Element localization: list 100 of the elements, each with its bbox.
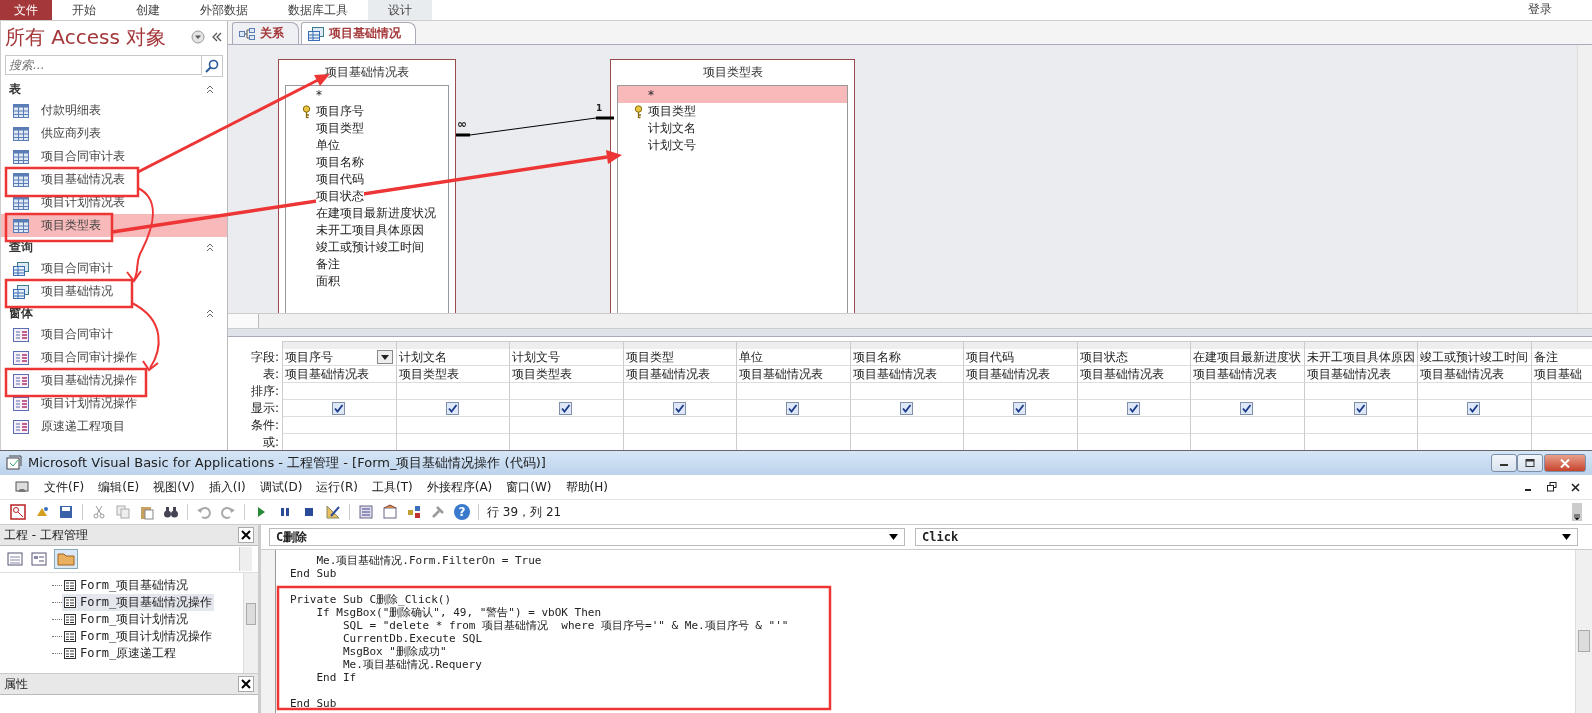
field-row[interactable]: 单位 bbox=[286, 137, 448, 154]
field-row[interactable]: 项目名称 bbox=[286, 154, 448, 171]
dropdown-button[interactable] bbox=[376, 350, 393, 364]
field-row[interactable]: 计划文号 bbox=[618, 137, 847, 154]
properties-icon[interactable] bbox=[382, 504, 398, 520]
scrollbar[interactable] bbox=[1577, 45, 1592, 313]
sort-cell[interactable] bbox=[1076, 383, 1190, 400]
show-cell[interactable] bbox=[282, 400, 396, 417]
nav-item[interactable]: 项目基础情况 bbox=[1, 280, 227, 303]
tree-item[interactable]: Form_项目计划情况 bbox=[62, 611, 191, 628]
show-cell[interactable] bbox=[849, 400, 963, 417]
show-cell[interactable] bbox=[1076, 400, 1190, 417]
copy-icon[interactable] bbox=[115, 504, 131, 520]
collapse-icon[interactable] bbox=[205, 242, 215, 252]
ribbon-tab[interactable]: 设计 bbox=[368, 0, 432, 20]
menu-item[interactable]: 视图(V) bbox=[153, 478, 195, 496]
table-cell[interactable]: 项目类型表 bbox=[395, 366, 509, 383]
show-checkbox[interactable] bbox=[332, 401, 345, 415]
field-row[interactable]: 项目类型 bbox=[618, 103, 847, 120]
document-tab[interactable]: 项目基础情况 bbox=[301, 22, 416, 44]
nav-item[interactable]: 原速递工程项目 bbox=[1, 415, 227, 438]
close-button[interactable] bbox=[238, 676, 254, 692]
show-cell[interactable] bbox=[963, 400, 1077, 417]
nav-item[interactable]: 项目计划情况表 bbox=[1, 191, 227, 214]
search-field[interactable]: 搜索... bbox=[5, 55, 202, 75]
field-cell[interactable]: 未开工项目具体原因 bbox=[1303, 349, 1417, 366]
field-row[interactable]: 项目序号 bbox=[286, 103, 448, 120]
caret-icon[interactable] bbox=[889, 534, 898, 540]
column-selector[interactable] bbox=[622, 341, 736, 349]
table-cell[interactable]: 项目基础情况表 bbox=[1417, 366, 1531, 383]
menu-item[interactable]: 帮助(H) bbox=[565, 478, 608, 496]
table-cell[interactable]: 项目基础情况表 bbox=[963, 366, 1077, 383]
nav-item[interactable]: 项目基础情况操作 bbox=[1, 369, 227, 392]
tree-item[interactable]: Form_项目基础情况 bbox=[62, 577, 191, 594]
criteria-cell[interactable] bbox=[395, 417, 509, 434]
show-checkbox[interactable] bbox=[672, 401, 686, 415]
ribbon-tab[interactable]: 开始 bbox=[52, 0, 116, 20]
field-cell[interactable]: 竣工或预计竣工时间 bbox=[1417, 349, 1531, 366]
close-button[interactable] bbox=[238, 527, 254, 543]
show-checkbox[interactable] bbox=[1240, 401, 1253, 415]
menu-item[interactable]: 运行(R) bbox=[316, 478, 358, 496]
search-icon[interactable] bbox=[202, 55, 223, 77]
criteria-cell[interactable] bbox=[963, 417, 1077, 434]
column-selector[interactable] bbox=[1303, 341, 1417, 349]
column-selector[interactable] bbox=[509, 341, 623, 349]
table-cell[interactable]: 项目基础情况表 bbox=[1076, 366, 1190, 383]
view-object-icon[interactable] bbox=[6, 551, 24, 567]
splitter-bar[interactable] bbox=[228, 329, 1592, 337]
object-browser-icon[interactable] bbox=[406, 504, 422, 520]
table-cell[interactable]: 项目基础情况表 bbox=[282, 366, 396, 383]
menu-item[interactable]: 工具(T) bbox=[372, 478, 413, 496]
show-checkbox[interactable] bbox=[1126, 401, 1140, 415]
table-field-list[interactable]: 项目基础情况表 * 项目序号 项目类型 单位 项目名称 项目代码 项目状态 在建项目最新进度状况 未开工项目具体原因 竣工或预计竣工时间 备注 面积 bbox=[278, 59, 456, 313]
table-cell[interactable]: 项目基础 bbox=[1530, 366, 1592, 383]
maximize-button[interactable] bbox=[1517, 454, 1543, 472]
tools-icon[interactable] bbox=[430, 504, 446, 520]
menu-item[interactable]: 窗口(W) bbox=[506, 478, 552, 496]
menu-item[interactable]: 调试(D) bbox=[259, 478, 303, 496]
group-header[interactable]: 表 bbox=[9, 80, 21, 98]
show-cell[interactable] bbox=[736, 400, 850, 417]
restore-icon[interactable] bbox=[1547, 482, 1557, 492]
collapse-icon[interactable] bbox=[205, 308, 215, 318]
column-selector[interactable] bbox=[1417, 341, 1531, 349]
access-view-icon[interactable] bbox=[14, 479, 30, 495]
column-selector[interactable] bbox=[736, 341, 850, 349]
sort-cell[interactable] bbox=[1190, 383, 1304, 400]
redo-icon[interactable] bbox=[220, 504, 236, 520]
tree-item[interactable]: Form_项目基础情况操作 bbox=[62, 594, 215, 611]
minimize-button[interactable] bbox=[1491, 454, 1517, 472]
scrollbar[interactable] bbox=[1575, 550, 1592, 713]
group-header[interactable]: 窗体 bbox=[9, 304, 33, 322]
show-checkbox[interactable] bbox=[559, 401, 572, 415]
collapse-pane-icon[interactable] bbox=[211, 31, 223, 43]
nav-item[interactable]: 项目合同审计 bbox=[1, 257, 227, 280]
field-cell[interactable]: 备注 bbox=[1530, 349, 1592, 366]
ribbon-tab[interactable]: 创建 bbox=[116, 0, 180, 20]
project-explorer-icon[interactable] bbox=[358, 504, 374, 520]
sort-cell[interactable] bbox=[395, 383, 509, 400]
criteria-cell[interactable] bbox=[1076, 417, 1190, 434]
scrollbar[interactable] bbox=[243, 573, 258, 673]
field-row[interactable]: * bbox=[286, 86, 448, 103]
field-cell[interactable]: 计划文名 bbox=[395, 349, 509, 366]
table-cell[interactable]: 项目类型表 bbox=[509, 366, 623, 383]
document-tab[interactable]: 关系 bbox=[232, 22, 299, 44]
show-cell[interactable] bbox=[622, 400, 736, 417]
save-icon[interactable] bbox=[58, 504, 74, 520]
show-checkbox[interactable] bbox=[1353, 401, 1367, 415]
criteria-cell[interactable] bbox=[282, 417, 396, 434]
column-selector[interactable] bbox=[963, 341, 1077, 349]
show-cell[interactable] bbox=[1190, 400, 1304, 417]
undo-icon[interactable] bbox=[196, 504, 212, 520]
caret-icon[interactable] bbox=[1562, 534, 1571, 540]
column-selector[interactable] bbox=[849, 341, 963, 349]
group-header[interactable]: 查询 bbox=[9, 238, 33, 256]
help-icon[interactable]: ? bbox=[454, 504, 470, 520]
scrollbar[interactable] bbox=[228, 313, 1592, 329]
ribbon-tab[interactable]: 数据库工具 bbox=[268, 0, 368, 20]
field-row[interactable]: 计划文名 bbox=[618, 120, 847, 137]
column-selector[interactable] bbox=[1190, 341, 1304, 349]
nav-item[interactable]: 项目基础情况表 bbox=[1, 168, 227, 191]
